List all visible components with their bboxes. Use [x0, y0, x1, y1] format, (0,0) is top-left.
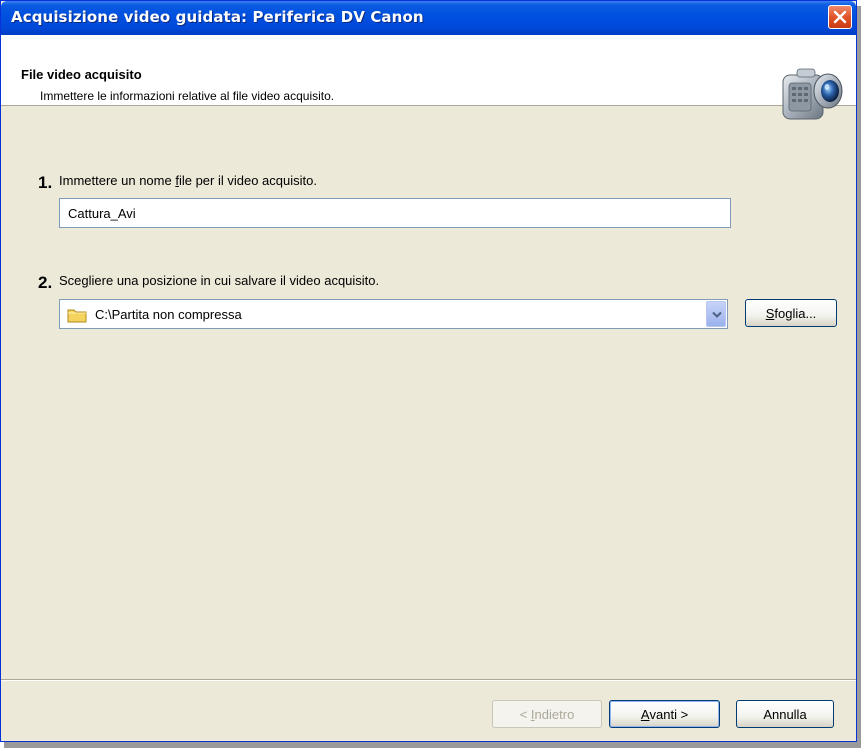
- step-2-label: Scegliere una posizione in cui salvare i…: [59, 273, 380, 288]
- next-button[interactable]: Avanti >: [609, 700, 720, 728]
- filename-input[interactable]: [60, 199, 730, 227]
- footer-separator: [1, 679, 856, 681]
- browse-button[interactable]: Sfoglia...: [745, 299, 837, 327]
- folder-icon: [67, 309, 87, 323]
- cancel-button[interactable]: Annulla: [736, 700, 834, 728]
- page-title: File video acquisito: [21, 67, 142, 82]
- step-1-number: 1.: [38, 173, 53, 192]
- wizard-window: Acquisizione video guidata: Periferica D…: [0, 0, 857, 742]
- chevron-down-icon: [712, 311, 722, 318]
- close-icon: [833, 10, 847, 24]
- step-2-number: 2.: [38, 273, 53, 292]
- back-button[interactable]: < Indietro: [492, 700, 602, 728]
- filename-field[interactable]: [59, 198, 731, 228]
- close-button[interactable]: [828, 5, 852, 29]
- location-value: C:\Partita non compressa: [95, 307, 242, 322]
- page-subtitle: Immettere le informazioni relative al fi…: [40, 89, 335, 103]
- camcorder-icon: [782, 68, 843, 120]
- location-dropdown[interactable]: C:\Partita non compressa: [59, 299, 728, 329]
- dropdown-button[interactable]: [706, 301, 726, 327]
- window-title: Acquisizione video guidata: Periferica D…: [11, 8, 424, 26]
- title-bar[interactable]: Acquisizione video guidata: Periferica D…: [1, 1, 856, 35]
- step-1-label: Immettere un nome file per il video acqu…: [59, 173, 317, 188]
